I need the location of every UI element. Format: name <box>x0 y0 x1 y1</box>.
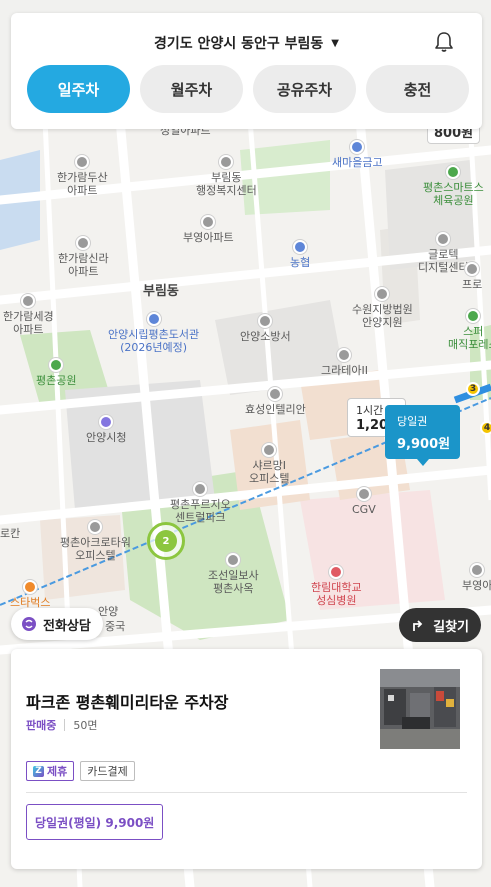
poi: 스타벅스 <box>10 580 50 609</box>
location-text: 경기도 안양시 동안구 부림동 <box>154 36 324 52</box>
turn-right-icon <box>413 620 423 631</box>
poi: CGV <box>352 487 376 516</box>
poi: 스퍼 매직포레스 <box>448 309 491 351</box>
poi: 새마을금고 <box>332 140 383 169</box>
poi: 그라테아II <box>321 348 368 377</box>
marker-label: 당일권 <box>397 415 428 428</box>
tag-list: Z 제휴 카드결제 <box>26 761 135 781</box>
selected-price-marker[interactable]: 당일권 9,900원 <box>385 405 461 466</box>
parking-lot-name: 파크존 평촌훼미리타운 주차장 <box>26 693 229 712</box>
call-consult-button[interactable]: 전화상담 <box>11 608 103 640</box>
poi: 안양시립평촌도서관 (2026년예정) <box>108 312 199 354</box>
caret-down-icon: ▼ <box>331 37 339 49</box>
poi: 프로 <box>462 262 482 291</box>
subway-station-icon: 4 <box>480 421 491 435</box>
ticket-option-button[interactable]: 당일권(평일) 9,900원 <box>26 804 164 840</box>
poi: 한가람두산 아파트 <box>57 155 108 197</box>
lot-meta: 판매중 50면 <box>26 717 98 733</box>
poi: 조선일보사 평촌사옥 <box>208 553 259 595</box>
parking-lot-photo[interactable] <box>380 669 460 749</box>
poi: 평촌공원 <box>36 358 76 387</box>
directions-button[interactable]: 길찾기 <box>399 608 481 642</box>
header-card: 경기도 안양시 동안구 부림동 ▼ 일주차 월주차 공유주차 충전 <box>11 13 482 129</box>
poi: 로칸 <box>0 527 21 540</box>
cluster-count: 2 <box>155 530 177 552</box>
tag-label: 제휴 <box>47 765 68 778</box>
tab-shared[interactable]: 공유주차 <box>253 65 356 113</box>
marker-price: 9,900원 <box>397 437 451 452</box>
poi: 안양시청 <box>86 415 126 444</box>
card-payment-tag: 카드결제 <box>80 761 135 781</box>
tab-daily[interactable]: 일주차 <box>27 65 130 113</box>
tag-label: 카드결제 <box>87 765 128 778</box>
directions-button-label: 길찾기 <box>433 619 469 635</box>
card-divider <box>26 792 467 793</box>
poi: 한가람세경 아파트 <box>3 294 54 336</box>
poi: 부영아 <box>462 563 491 592</box>
partner-tag: Z 제휴 <box>26 761 75 781</box>
slot-count: 50면 <box>73 719 98 732</box>
parking-lot-card[interactable]: 파크존 평촌훼미리타운 주차장 판매중 50면 Z 제휴 카드결제 당일권(평일… <box>11 649 482 869</box>
poi: 수원지방법원 안양지원 <box>352 287 413 329</box>
poi: 한림대학교 성심병원 <box>311 565 362 607</box>
parking-type-tabs: 일주차 월주차 공유주차 충전 <box>27 65 469 113</box>
sale-status: 판매중 <box>26 719 57 732</box>
bell-icon[interactable] <box>434 31 454 53</box>
tab-monthly[interactable]: 월주차 <box>140 65 243 113</box>
poi: 효성인텔리안 <box>245 387 306 416</box>
area-label: 부림동 <box>143 284 179 299</box>
poi: 안양소방서 <box>240 314 291 343</box>
poi: 평촌아크로타워 오피스텔 <box>60 520 131 562</box>
divider <box>64 719 66 731</box>
poi: 평촌스마트스 체육공원 <box>423 165 484 207</box>
poi: 샤르망I 오피스텔 <box>249 443 289 485</box>
parking-cluster-marker[interactable]: 2 <box>147 522 185 560</box>
poi: 부영아파트 <box>183 215 234 244</box>
call-button-label: 전화상담 <box>43 618 91 634</box>
partner-logo-icon: Z <box>33 765 44 777</box>
poi: 중국 <box>105 620 126 633</box>
location-selector[interactable]: 경기도 안양시 동안구 부림동 ▼ <box>11 33 482 53</box>
tab-charging[interactable]: 충전 <box>366 65 469 113</box>
consult-icon <box>22 617 36 631</box>
poi: 농협 <box>290 240 310 269</box>
subway-station-icon: 3 <box>466 382 480 396</box>
poi: 한가람신라 아파트 <box>58 236 109 278</box>
poi: 평촌푸르지오 센트럴파크 <box>170 482 231 524</box>
poi: 부림동 행정복지센터 <box>196 155 257 197</box>
